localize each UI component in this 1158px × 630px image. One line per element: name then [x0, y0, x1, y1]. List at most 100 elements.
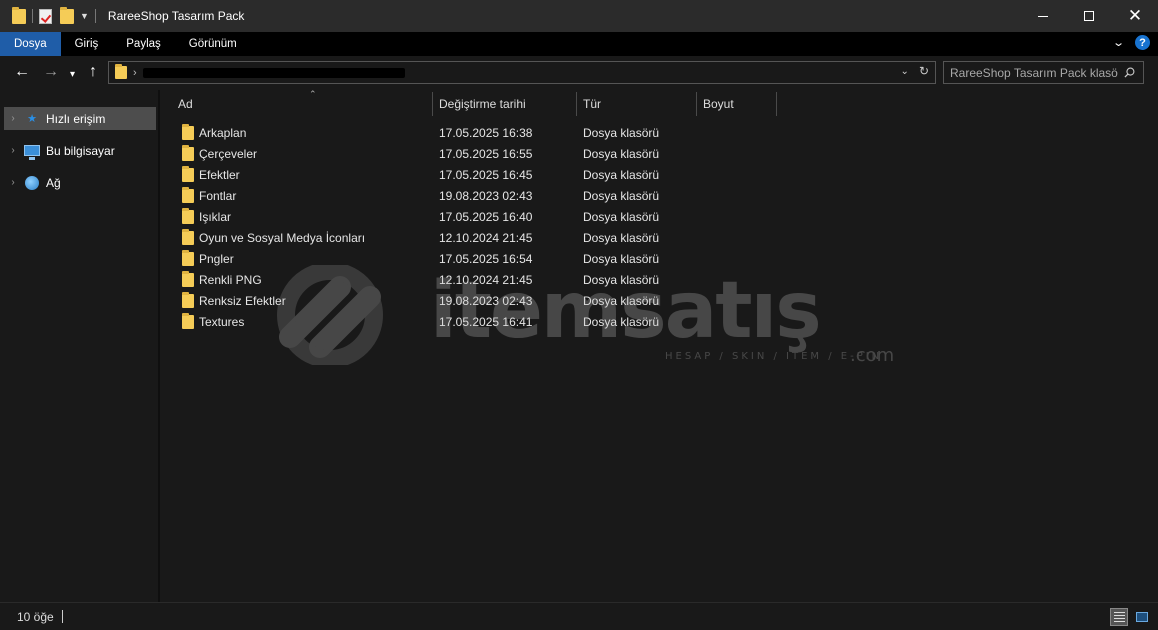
file-modified-date: 17.05.2025 16:54	[439, 251, 533, 266]
file-type: Dosya klasörü	[583, 314, 660, 329]
folder-icon[interactable]	[12, 6, 26, 24]
file-name: Renksiz Efektler	[199, 293, 286, 308]
file-type: Dosya klasörü	[583, 293, 660, 308]
column-divider[interactable]	[776, 92, 777, 116]
folder-icon	[182, 312, 194, 329]
search-icon[interactable]	[1124, 67, 1135, 78]
sidebar-item-network[interactable]: › Ağ	[4, 171, 156, 194]
table-row[interactable]: Renksiz Efektler 19.08.2023 02:43 Dosya kl…	[176, 290, 776, 311]
ribbon-tabs: Dosya Giriş Paylaş Görünüm ⌄ ?	[0, 32, 1158, 56]
details-view-button[interactable]	[1110, 608, 1128, 626]
tab-dosya[interactable]: Dosya	[0, 32, 61, 56]
table-row[interactable]: Pngler 17.05.2025 16:54 Dosya klasörü	[176, 248, 776, 269]
table-row[interactable]: Textures 17.05.2025 16:41 Dosya klasörü	[176, 311, 776, 332]
sidebar-item-this-pc[interactable]: › Bu bilgisayar	[4, 139, 156, 162]
file-name: Işıklar	[199, 209, 232, 224]
large-icons-view-button[interactable]	[1133, 608, 1151, 626]
file-type: Dosya klasörü	[583, 251, 660, 266]
network-icon	[22, 175, 42, 190]
column-header-name[interactable]: Ad ⌃	[172, 90, 432, 118]
table-row[interactable]: Işıklar 17.05.2025 16:40 Dosya klasörü	[176, 206, 776, 227]
breadcrumb-separator-icon[interactable]: ›	[133, 67, 137, 79]
toolbar-separator	[94, 9, 96, 23]
file-name: Oyun ve Sosyal Medya İconları	[199, 230, 366, 245]
file-modified-date: 17.05.2025 16:41	[439, 314, 533, 329]
column-header-type[interactable]: Tür	[577, 90, 697, 118]
file-name: Renkli PNG	[199, 272, 262, 287]
file-modified-date: 17.05.2025 16:38	[439, 125, 533, 140]
search-input[interactable]	[950, 65, 1118, 80]
column-header-label: Ad	[178, 97, 193, 111]
table-row[interactable]: Oyun ve Sosyal Medya İconları 12.10.2024 …	[176, 227, 776, 248]
file-type: Dosya klasörü	[583, 146, 660, 161]
folder-icon	[182, 207, 194, 224]
back-arrow-icon[interactable]: ←	[14, 64, 30, 80]
table-row[interactable]: Çerçeveler 17.05.2025 16:55 Dosya klasörü	[176, 143, 776, 164]
recent-locations-chevron-icon[interactable]: ▾	[70, 67, 75, 83]
search-box[interactable]	[943, 61, 1144, 84]
window-controls: ✕	[1020, 0, 1158, 32]
tab-gorunum[interactable]: Görünüm	[175, 32, 251, 56]
file-type: Dosya klasörü	[583, 209, 660, 224]
redacted-path	[142, 67, 405, 78]
file-type: Dosya klasörü	[583, 230, 660, 245]
up-arrow-icon[interactable]: ↑	[89, 64, 97, 80]
status-bar: 10 öğe	[0, 602, 1158, 630]
table-row[interactable]: Fontlar 19.08.2023 02:43 Dosya klasörü	[176, 185, 776, 206]
navigation-bar: ← → ▾ ↑ › ⌄ ↻	[0, 56, 1158, 90]
details-view-icon	[1113, 612, 1125, 622]
address-history-chevron-icon[interactable]: ⌄	[901, 66, 909, 78]
sidebar-item-quick-access[interactable]: › ★ Hızlı erişim	[4, 107, 156, 130]
minimize-button[interactable]	[1020, 0, 1066, 32]
expand-chevron-icon[interactable]: ›	[4, 177, 22, 188]
sort-ascending-icon: ⌃	[309, 90, 317, 99]
file-modified-date: 17.05.2025 16:45	[439, 167, 533, 182]
customize-toolbar-dropdown-icon[interactable]: ▼	[80, 11, 89, 21]
expand-ribbon-chevron-icon[interactable]: ⌄	[1112, 36, 1125, 49]
window-title: RareeShop Tasarım Pack	[107, 9, 245, 23]
watermark-tagline: HESAP / SKIN / ITEM / E-PIN	[665, 351, 882, 362]
close-icon: ✕	[1127, 6, 1143, 25]
folder-icon	[182, 144, 194, 161]
help-icon[interactable]: ?	[1135, 35, 1150, 50]
file-modified-date: 17.05.2025 16:55	[439, 146, 533, 161]
close-button[interactable]: ✕	[1112, 0, 1158, 32]
star-icon: ★	[27, 113, 37, 125]
tab-giris[interactable]: Giriş	[61, 32, 113, 56]
refresh-icon[interactable]: ↻	[919, 64, 929, 78]
watermark-suffix: .com	[850, 345, 894, 365]
ribbon-right-controls: ⌄ ?	[1112, 35, 1150, 50]
forward-arrow-icon[interactable]: →	[43, 64, 59, 80]
file-name: Pngler	[199, 251, 234, 266]
file-type: Dosya klasörü	[583, 188, 660, 203]
properties-icon[interactable]	[39, 8, 52, 24]
maximize-icon	[1084, 11, 1094, 21]
file-name: Arkaplan	[199, 125, 247, 140]
maximize-button[interactable]	[1066, 0, 1112, 32]
file-type: Dosya klasörü	[583, 272, 660, 287]
minimize-icon	[1038, 15, 1048, 17]
file-type: Dosya klasörü	[583, 125, 660, 140]
status-separator	[62, 610, 63, 623]
expand-chevron-icon[interactable]: ›	[4, 113, 22, 124]
file-modified-date: 19.08.2023 02:43	[439, 293, 533, 308]
address-bar[interactable]: › ⌄ ↻	[108, 61, 936, 84]
column-header-size[interactable]: Boyut	[697, 90, 777, 118]
title-bar: ▼ RareeShop Tasarım Pack ✕	[0, 0, 1158, 32]
folder-icon	[182, 270, 194, 287]
file-modified-date: 12.10.2024 21:45	[439, 272, 533, 287]
folder-icon	[182, 249, 194, 266]
new-folder-icon[interactable]	[60, 6, 74, 24]
folder-icon	[182, 165, 194, 182]
column-header-label: Tür	[583, 97, 601, 111]
table-row[interactable]: Arkaplan 17.05.2025 16:38 Dosya klasörü	[176, 122, 776, 143]
table-row[interactable]: Renkli PNG 12.10.2024 21:45 Dosya klasörü	[176, 269, 776, 290]
column-header-modified[interactable]: Değiştirme tarihi	[433, 90, 577, 118]
file-name: Fontlar	[199, 188, 237, 203]
expand-chevron-icon[interactable]: ›	[4, 145, 22, 156]
quick-access-toolbar: ▼	[0, 0, 102, 32]
table-row[interactable]: Efektler 17.05.2025 16:45 Dosya klasörü	[176, 164, 776, 185]
file-modified-date: 17.05.2025 16:40	[439, 209, 533, 224]
tab-paylas[interactable]: Paylaş	[112, 32, 175, 56]
column-header-label: Boyut	[703, 97, 734, 111]
